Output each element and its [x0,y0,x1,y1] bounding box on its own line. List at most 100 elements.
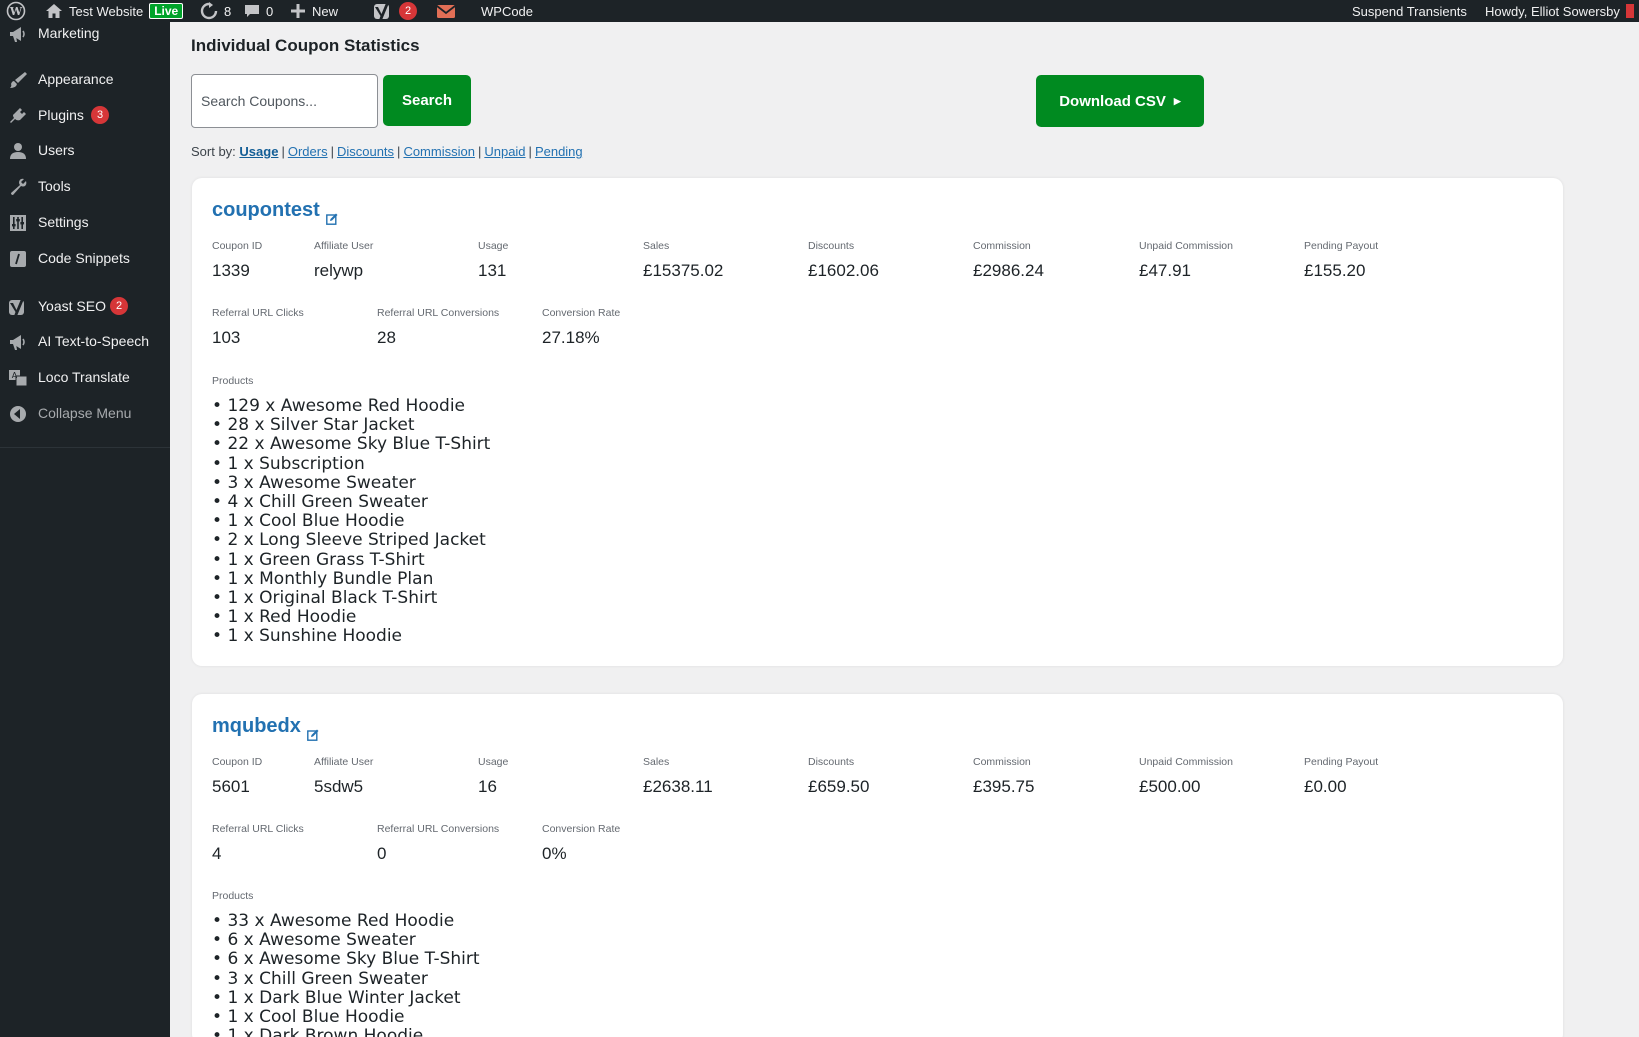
products-label: Products [212,890,254,902]
sort-link-commission[interactable]: Commission [403,144,475,159]
list-item: 1 x Subscription [212,454,490,474]
sort-prefix: Sort by: [191,144,236,159]
live-badge: Live [149,3,184,19]
list-item: 1 x Monthly Bundle Plan [212,569,490,589]
list-item: 129 x Awesome Red Hoodie [212,396,490,416]
stat-referral-conversions: Referral URL Conversions 28 [377,307,500,347]
mail-icon [436,3,456,19]
collapse-menu-button[interactable]: Collapse Menu [0,398,170,428]
list-item: 1 x Green Grass T-Shirt [212,550,490,570]
sidebar-item-yoast-seo[interactable]: Yoast SEO 2 [0,291,170,321]
list-item: 22 x Awesome Sky Blue T-Shirt [212,435,490,454]
plugins-update-badge: 3 [91,106,109,124]
sidebar-item-label: AI Text-to-Speech [38,333,150,349]
sidebar-item-label: Plugins [38,107,84,123]
suspend-transients-label: Suspend Transients [1352,3,1467,19]
sidebar-item-label: Loco Translate [38,369,130,385]
stat-unpaid-commission: Unpaid Commission £500.00 [1139,756,1233,796]
products-label: Products [212,375,254,387]
sidebar-item-label: Yoast SEO [38,298,106,314]
sidebar-item-code-snippets[interactable]: Code Snippets [0,243,170,273]
mail-link[interactable] [436,0,456,22]
list-item: 4 x Chill Green Sweater [212,492,490,512]
comment-icon [244,3,260,19]
sidebar-item-marketing[interactable]: Marketing [0,18,170,48]
paintbrush-icon [8,70,28,90]
yoast-link[interactable]: 2 [373,0,417,22]
stat-commission: Commission £395.75 [973,756,1035,796]
translate-icon: A [8,368,28,388]
account-menu[interactable]: Howdy, Elliot Sowersby [1485,0,1634,22]
wrench-icon [8,177,28,197]
coupon-title[interactable]: mqubedx [212,715,319,741]
search-input[interactable] [191,74,378,128]
sidebar-item-plugins[interactable]: Plugins 3 [0,100,170,130]
coupon-name[interactable]: coupontest [212,199,320,222]
stat-affiliate-user: Affiliate User relywp [314,240,374,280]
stat-conversion-rate: Conversion Rate 27.18% [542,307,621,347]
sort-link-pending[interactable]: Pending [535,144,583,159]
sidebar-item-loco-translate[interactable]: A Loco Translate [0,362,170,392]
stat-sales: Sales £15375.02 [643,240,724,280]
sidebar-item-settings[interactable]: Settings [0,207,170,237]
site-name-label: Test Website [69,3,144,19]
list-item: 6 x Awesome Sky Blue T-Shirt [212,950,479,969]
avatar [1625,3,1634,19]
list-item: 2 x Long Sleeve Striped Jacket [212,531,490,550]
refresh-icon [200,2,218,20]
search-button[interactable]: Search [383,75,471,126]
stat-discounts: Discounts £1602.06 [808,240,879,280]
stat-pending-payout: Pending Payout £155.20 [1304,240,1379,280]
new-content-link[interactable]: New [290,0,338,22]
list-item: 1 x Original Black T-Shirt [212,588,490,608]
wpcode-link[interactable]: WPCode [481,0,533,22]
svg-text:A: A [12,371,18,380]
sort-link-unpaid[interactable]: Unpaid [484,144,525,159]
list-item: 1 x Dark Brown Hoodie [212,1026,480,1037]
sort-link-discounts[interactable]: Discounts [337,144,394,159]
download-csv-button[interactable]: Download CSV ▶ [1036,75,1204,127]
stat-coupon-id: Coupon ID 1339 [212,240,263,280]
updates-count: 8 [224,3,232,19]
stat-discounts: Discounts £659.50 [808,756,870,796]
sort-link-orders[interactable]: Orders [288,144,328,159]
page-title: Individual Coupon Statistics [191,36,420,55]
yoast-notification-badge: 2 [110,297,128,315]
sidebar-item-label: Settings [38,214,89,230]
plus-icon [290,3,306,19]
sidebar-item-ai-text-to-speech[interactable]: AI Text-to-Speech [0,326,170,356]
list-item: 1 x Dark Blue Winter Jacket [212,988,480,1008]
sidebar-item-label: Marketing [38,25,100,41]
stat-usage: Usage 16 [478,756,509,796]
list-item: 1 x Sunshine Hoodie [212,627,490,646]
edit-icon[interactable] [325,208,338,225]
comments-link[interactable]: 0 [244,0,273,22]
stat-coupon-id: Coupon ID 5601 [212,756,263,796]
list-item: 1 x Red Hoodie [212,607,490,627]
coupon-card: mqubedx Coupon ID 5601 Affiliate User 5sdw… [192,694,1563,1037]
suspend-transients-link[interactable]: Suspend Transients [1352,0,1467,22]
updates-link[interactable]: 8 [200,0,231,22]
list-item: 1 x Cool Blue Hoodie [212,1007,480,1027]
sort-bar: Sort by: Usage | Orders | Discounts | Commissi… [191,144,583,159]
sidebar-item-appearance[interactable]: Appearance [0,64,170,94]
products-list: 33 x Awesome Red Hoodie 6 x Awesome Swea… [212,911,480,1037]
plug-icon [8,106,28,126]
collapse-icon [8,404,28,424]
sort-link-usage[interactable]: Usage [239,144,278,159]
list-item: 28 x Silver Star Jacket [212,415,490,435]
list-item: 3 x Awesome Sweater [212,473,490,493]
sidebar-item-users[interactable]: Users [0,135,170,165]
yoast-icon [8,297,28,317]
stat-referral-conversions: Referral URL Conversions 0 [377,823,500,863]
stat-affiliate-user: Affiliate User 5sdw5 [314,756,374,796]
list-item: 6 x Awesome Sweater [212,930,480,950]
sidebar-item-label: Appearance [38,71,114,87]
coupon-title[interactable]: coupontest [212,199,338,225]
stat-referral-clicks: Referral URL Clicks 4 [212,823,304,863]
edit-icon[interactable] [307,724,319,741]
megaphone-icon [8,332,28,352]
sidebar-item-label: Collapse Menu [38,405,132,421]
sidebar-item-tools[interactable]: Tools [0,171,170,201]
coupon-name[interactable]: mqubedx [212,715,301,738]
